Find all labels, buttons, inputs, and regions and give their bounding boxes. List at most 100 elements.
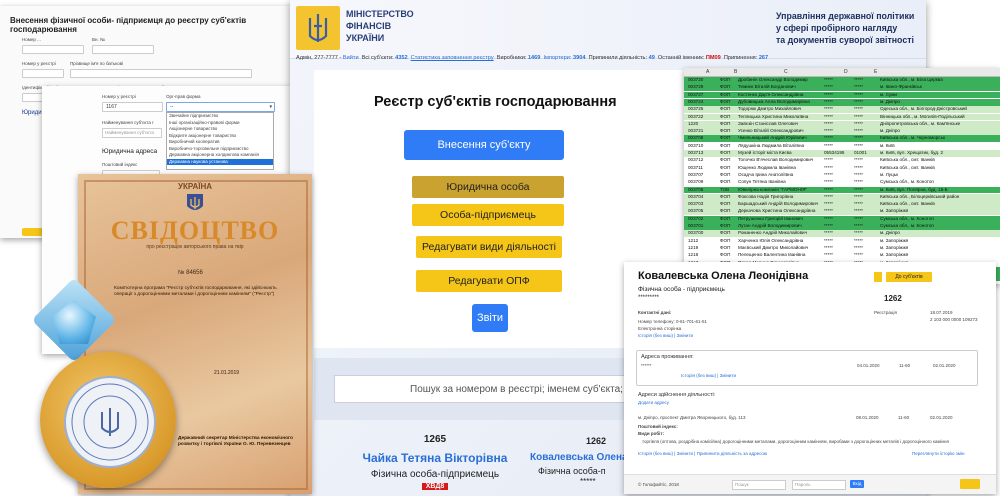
spreadsheet-cell[interactable]: ***** [854,84,863,91]
spreadsheet-cell[interactable]: 003711 [688,165,703,172]
spreadsheet-cell[interactable]: 003721 [688,128,703,135]
spreadsheet-cell[interactable]: Дробинін Олександр Володимир [738,77,808,84]
entity-name-input[interactable]: Найменування суб'єкта господ [102,128,162,138]
spreadsheet-row[interactable]: 003709 ФОП Сопун Тетяна Іванівна ***** *****… [684,179,1000,187]
spreadsheet-row[interactable]: 003711 ФОП Ющенко Людмила Іванівна ***** ***… [684,164,1000,172]
spreadsheet-cell[interactable]: ФОП [720,208,730,215]
spreadsheet-cell[interactable]: 003710 [688,143,703,150]
spreadsheet-row[interactable]: 003729 ФОП Теминк Віталій Богданович ***** *… [684,84,1000,92]
spreadsheet-cell[interactable]: ***** [824,238,833,245]
spreadsheet-cell[interactable]: м. Запоріжжя [880,252,908,259]
spreadsheet-cell[interactable]: Лутан Андрій Володимирович [738,223,802,230]
spreadsheet-cell[interactable]: ***** [854,216,863,223]
spreadsheet-row[interactable]: 003725 ФОП Тодорюк Дмитро Михайлович ***** *… [684,106,1000,114]
spreadsheet-cell[interactable]: ***** [824,92,833,99]
spreadsheet-cell[interactable]: 003704 [688,194,703,201]
spreadsheet-cell[interactable]: 1218 [688,252,698,259]
spreadsheet-cell[interactable]: Лядушкіна Людмила Віталіївна [738,143,804,150]
spreadsheet-cell[interactable]: Деркачова Христина Олександрівна [738,208,815,215]
spreadsheet-cell[interactable]: ***** [854,194,863,201]
spreadsheet-cell[interactable]: ФОП [720,179,730,186]
spreadsheet-cell[interactable]: Пелещенко Валентина Іванівна [738,252,805,259]
column-header[interactable]: C [784,69,788,75]
spreadsheet-cell[interactable]: ***** [824,77,833,84]
spreadsheet-cell[interactable]: 003727 [688,92,703,99]
spreadsheet-row[interactable]: 003708 ФОП Чмельницький Андрій Юрійович ***… [684,135,1000,143]
spreadsheet-cell[interactable]: ***** [824,143,833,150]
spreadsheet-cell[interactable]: ФОП [720,245,730,252]
spreadsheet-cell[interactable]: ФОП [720,194,730,201]
history-links[interactable]: Історія (без виш) | Змінити [638,333,693,338]
edit-activity-types-button[interactable]: Редагувати види діяльності [416,236,562,258]
date-input[interactable] [22,45,84,54]
spreadsheet-cell[interactable]: ФОП [720,92,730,99]
spreadsheet-cell[interactable]: Київська обл., смт. Іванків [880,201,935,208]
add-address-link[interactable]: Додати адресу [638,400,669,405]
spreadsheet-cell[interactable]: ФОП [720,128,730,135]
spreadsheet-row[interactable]: 1220 ФОП Завєзін Станіслав Олегович ***** **… [684,120,1000,128]
spreadsheet-cell[interactable]: ***** [824,245,833,252]
spreadsheet-cell[interactable]: 003724 [688,99,703,106]
spreadsheet-cell[interactable]: ***** [854,252,863,259]
spreadsheet-cell[interactable]: ***** [854,99,863,106]
spreadsheet-cell[interactable]: ***** [824,252,833,259]
spreadsheet-cell[interactable]: 003709 [688,179,703,186]
spreadsheet-cell[interactable]: ***** [854,208,863,215]
spreadsheet-cell[interactable]: м. Івано-Франківськ [880,84,922,91]
spreadsheet-cell[interactable]: Фоксова Надія Григорівна [738,194,793,201]
spreadsheet-cell[interactable]: Петрушенко Григорій Іванович [738,216,803,223]
spreadsheet-cell[interactable]: 003720 [688,77,703,84]
spreadsheet-row[interactable]: 003701 ФОП Лутан Андрій Володимирович *****… [684,223,1000,230]
spreadsheet-cell[interactable]: м. Дніпро [880,128,900,135]
add-entity-button[interactable]: Внесення суб'єкту господарювання [404,130,564,181]
back-to-entities-button[interactable]: До суб'єктів [886,272,932,282]
spreadsheet-cell[interactable]: м. Запоріжжя [880,245,908,252]
spreadsheet-cell[interactable]: Тодорюк Дмитро Михайлович [738,106,801,113]
spreadsheet-cell[interactable]: ФОП [720,238,730,245]
registry-number-input[interactable]: 1167 [102,102,163,112]
spreadsheet-cell[interactable]: 003729 [688,84,703,91]
spreadsheet-cell[interactable]: ***** [854,92,863,99]
dropdown-option-selected[interactable]: Державна наукова установа [167,158,273,165]
spreadsheet-cell[interactable]: 003705 [688,208,703,215]
spreadsheet-cell[interactable]: ФОП [720,135,730,142]
spreadsheet-cell[interactable]: ***** [854,187,863,194]
yellow-action-button[interactable] [960,479,980,489]
spreadsheet-row[interactable]: 003710 ФОП Лядушкіна Людмила Віталіївна ***… [684,142,1000,150]
spreadsheet-cell[interactable]: Романенко Андрій Миколайович [738,230,807,237]
spreadsheet-cell[interactable]: Сумська обл., м. Конотоп [880,179,934,186]
spreadsheet-cell[interactable]: м. Київ, вул. Хрещатик, буд. 2 [880,150,943,157]
spreadsheet-cell[interactable]: 01001 [854,150,867,157]
spreadsheet-row[interactable]: 003713 ФОП Музей історії міста Києва 055341… [684,150,1000,157]
spreadsheet-cell[interactable]: м. Київ, вул. Полярна, буд. 15-Б [880,187,948,194]
statistics-link[interactable]: Статистика заповнення реєстру [411,55,494,61]
spreadsheet-cell[interactable]: 003702 [688,216,703,223]
spreadsheet-row[interactable]: 003705 ФОП Деркачова Христина Олександрівн… [684,208,1000,216]
spreadsheet-cell[interactable]: Сопун Тетяна Іванівна [738,179,786,186]
column-header[interactable]: B [734,69,737,75]
column-header[interactable]: A [706,69,709,75]
spreadsheet-cell[interactable]: ФОП [720,223,730,230]
column-header[interactable]: D [844,69,848,75]
spreadsheet-row[interactable]: 1212 ФОП Харченко Юлія Олександрівна ***** *… [684,237,1000,245]
spreadsheet-cell[interactable]: м. Суми [880,92,897,99]
spreadsheet-cell[interactable]: ***** [854,121,863,128]
spreadsheet-cell[interactable]: ***** [824,194,833,201]
spreadsheet-cell[interactable]: ***** [824,99,833,106]
spreadsheet-cell[interactable]: ***** [824,106,833,113]
spreadsheet-cell[interactable]: ***** [824,114,833,121]
spreadsheet-cell[interactable]: ФОП [720,157,730,164]
spreadsheet-cell[interactable]: ФОП [720,201,730,208]
spreadsheet-cell[interactable]: Київська обл., Білоцерківський район [880,194,959,201]
result-name[interactable]: Чайка Тетяна Вікторівна [350,451,520,465]
spreadsheet-cell[interactable]: м. Дніпро [880,99,900,106]
legal-entity-button[interactable]: Юридична особа [412,176,564,198]
spreadsheet-cell[interactable]: ***** [824,135,833,142]
spreadsheet-cell[interactable]: ***** [824,157,833,164]
spreadsheet-row[interactable]: 1219 ФОП Маєвський Дмитро Миколайович *****… [684,244,1000,252]
spreadsheet-cell[interactable]: ФОП [720,252,730,259]
spreadsheet-cell[interactable]: 003707 [688,172,703,179]
spreadsheet-cell[interactable]: ***** [824,201,833,208]
spreadsheet-cell[interactable]: ФОП [720,114,730,121]
spreadsheet-cell[interactable]: ***** [854,157,863,164]
